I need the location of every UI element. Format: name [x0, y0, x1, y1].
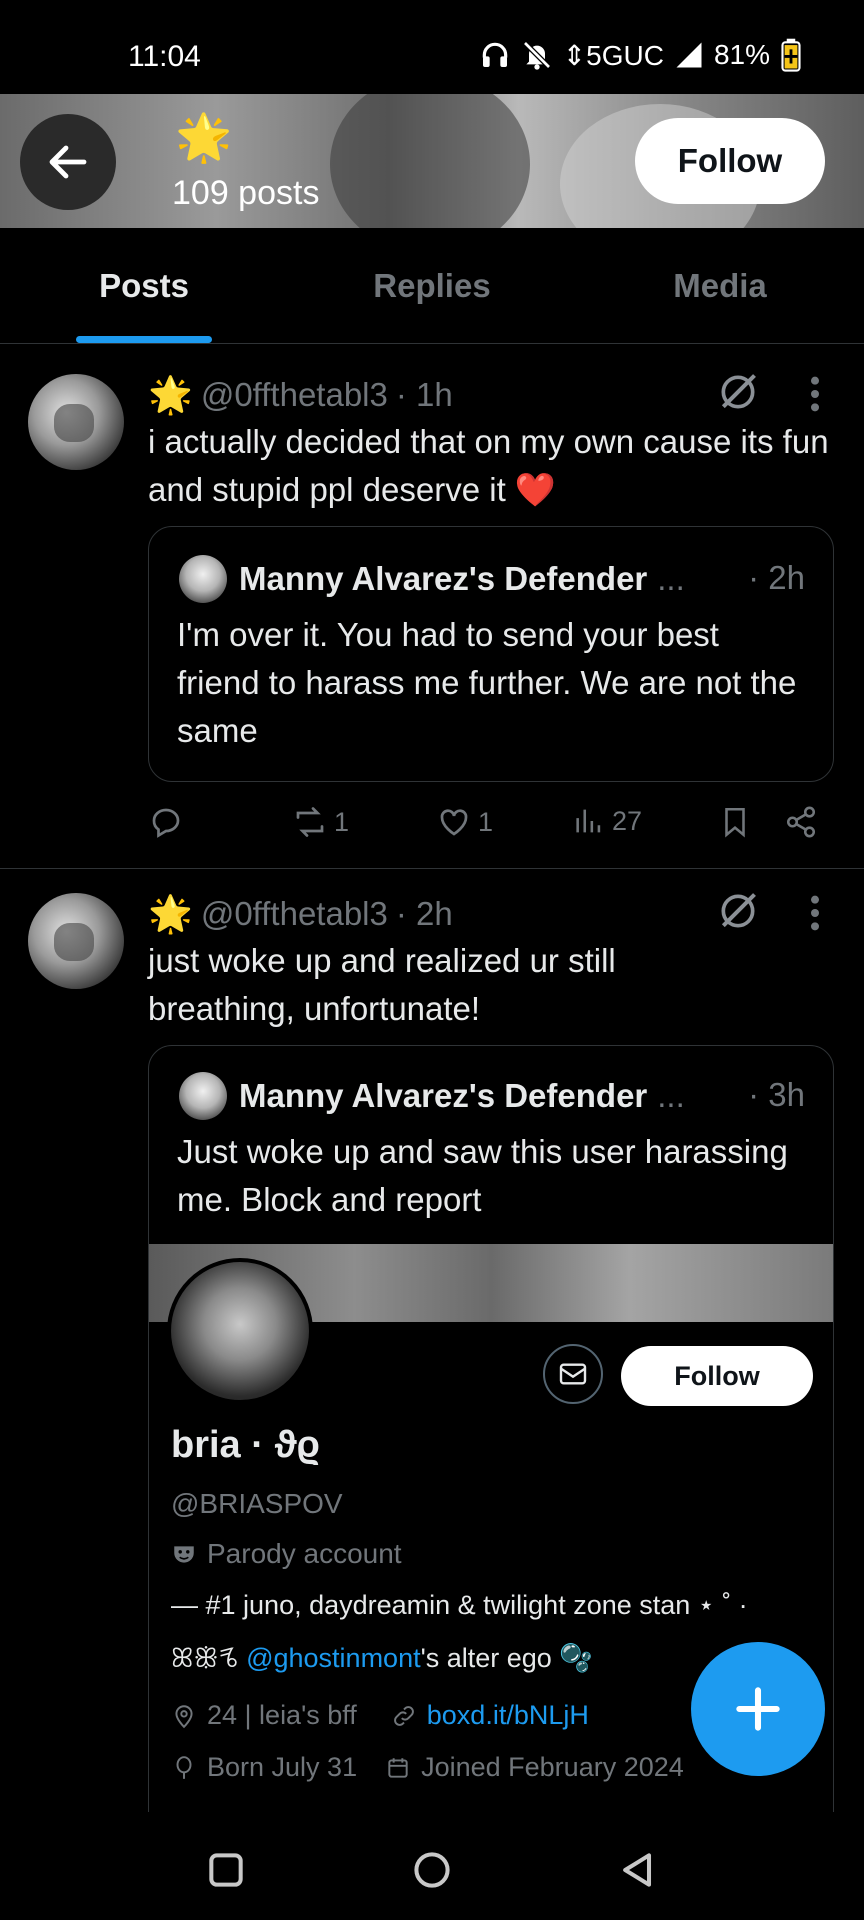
quote-avatar: [179, 555, 227, 603]
post-header: 🌟 @0ffthetabl3 · 2h: [148, 893, 453, 935]
reply-button[interactable]: [148, 804, 184, 840]
name-emoji: 🌟: [148, 374, 193, 415]
like-button[interactable]: 1: [436, 804, 493, 840]
grok-icon[interactable]: [716, 370, 760, 414]
card-bio-line: ꕤꕥꕦ @ghostinmont's alter ego 🫧: [171, 1642, 593, 1675]
banner-blur: [330, 94, 530, 228]
post[interactable]: 🌟 @0ffthetabl3 · 1h i actually decided t…: [0, 344, 864, 868]
post-handle[interactable]: @0ffthetabl3: [201, 376, 388, 414]
card-bio-line: — #1 juno, daydreamin & twilight zone st…: [171, 1590, 748, 1620]
status-time: 11:04: [128, 40, 201, 73]
bio-suffix: 's alter ego 🫧: [420, 1643, 593, 1673]
battery-icon: [781, 38, 801, 72]
home-icon[interactable]: [410, 1848, 454, 1892]
repost-icon: [296, 807, 324, 837]
post-time: · 1h: [395, 376, 453, 413]
profile-name-emoji: 🌟: [175, 111, 233, 163]
avatar[interactable]: [28, 374, 124, 470]
mask-icon: [174, 1546, 194, 1563]
card-handle: @BRIASPOV: [171, 1488, 343, 1519]
profile-card-avatar: [167, 1258, 313, 1404]
network-label: ⇕5GUC: [562, 39, 664, 71]
recents-icon[interactable]: [204, 1848, 248, 1892]
back-button[interactable]: [20, 114, 116, 210]
quote-time: · 3h: [748, 1076, 805, 1113]
card-meta-row: 24 | leia's bff boxd.it/bNLjH: [171, 1700, 589, 1731]
name-truncation: ...: [657, 560, 685, 597]
views-icon: [576, 809, 601, 833]
link-icon: [393, 1705, 414, 1726]
post-time: · 2h: [395, 895, 453, 932]
heart-icon: [440, 809, 468, 836]
location-icon: [175, 1704, 193, 1728]
status-bar: 11:04 ⇕5GUC 81%: [0, 0, 864, 94]
like-count: 1: [478, 806, 494, 837]
views-button[interactable]: 27: [572, 804, 642, 838]
quoted-post[interactable]: Manny Alvarez's Defender ... · 2h I'm ov…: [148, 526, 834, 782]
reply-icon: [152, 808, 180, 838]
profile-header: 🌟 109 posts Follow: [0, 94, 864, 228]
quote-avatar: [179, 1072, 227, 1120]
plus-icon: [736, 1687, 780, 1731]
repost-count: 1: [334, 806, 350, 837]
tab-label: Replies: [373, 266, 491, 304]
headphones-icon: [482, 42, 507, 67]
repost-button[interactable]: 1: [292, 804, 349, 840]
card-follow-button: Follow: [621, 1346, 813, 1406]
tab-label: Media: [673, 266, 767, 304]
system-nav-bar: [0, 1812, 864, 1920]
tab-posts[interactable]: Posts: [0, 228, 288, 343]
more-options-icon[interactable]: [808, 374, 822, 414]
tab-label: Posts: [99, 266, 189, 304]
bio-prefix: ꕤꕥꕦ: [171, 1643, 247, 1673]
grok-icon[interactable]: [716, 889, 760, 933]
quote-text: Just woke up and saw this user harassing…: [177, 1133, 788, 1218]
calendar-icon: [388, 1757, 408, 1778]
post-actions: 1 1 27: [148, 804, 838, 844]
post-header: 🌟 @0ffthetabl3 · 1h: [148, 374, 453, 416]
quote-header: Manny Alvarez's Defender ...: [179, 555, 685, 603]
tab-media[interactable]: Media: [576, 228, 864, 343]
network-type: 5GUC: [586, 39, 664, 71]
name-truncation: ...: [657, 1077, 685, 1114]
bio-mention: @ghostinmont: [246, 1643, 421, 1673]
message-button: [543, 1344, 603, 1404]
battery-percent: 81%: [713, 39, 770, 70]
signal-icon: [676, 42, 702, 68]
mail-icon: [559, 1363, 587, 1385]
view-count: 27: [612, 805, 643, 836]
card-website: boxd.it/bNLjH: [426, 1700, 589, 1730]
bookmark-icon[interactable]: [718, 804, 752, 840]
quote-author-name: Manny Alvarez's Defender: [239, 560, 648, 597]
arrow-left-icon: [49, 145, 87, 179]
parody-text: Parody account: [207, 1538, 402, 1569]
post-text: just woke up and realized ur still breat…: [148, 942, 616, 1027]
tab-replies[interactable]: Replies: [288, 228, 576, 343]
name-emoji: 🌟: [148, 893, 193, 934]
card-meta-row: Born July 31 Joined February 2024: [171, 1752, 684, 1783]
quote-header: Manny Alvarez's Defender ...: [179, 1072, 685, 1120]
bell-off-icon: [522, 41, 551, 70]
post-count: 109 posts: [172, 174, 320, 212]
balloon-icon: [176, 1755, 192, 1779]
status-icons: ⇕5GUC 81%: [479, 38, 802, 72]
quote-text: I'm over it. You had to send your best f…: [177, 616, 797, 749]
active-tab-indicator: [76, 336, 212, 343]
card-joined: Joined February 2024: [421, 1752, 684, 1782]
card-location: 24 | leia's bff: [207, 1700, 357, 1730]
quote-time: · 2h: [748, 559, 805, 596]
card-birthday: Born July 31: [207, 1752, 358, 1782]
compose-button[interactable]: [691, 1642, 825, 1776]
back-nav-icon[interactable]: [616, 1848, 660, 1892]
more-options-icon[interactable]: [808, 893, 822, 933]
card-display-name: bria · ϑϱ: [171, 1424, 321, 1466]
follow-button[interactable]: Follow: [635, 118, 825, 204]
share-icon[interactable]: [784, 804, 818, 840]
profile-tabs: Posts Replies Media: [0, 228, 864, 344]
post-text: i actually decided that on my own cause …: [148, 423, 829, 508]
avatar[interactable]: [28, 893, 124, 989]
parody-label: Parody account: [171, 1538, 402, 1570]
post-handle[interactable]: @0ffthetabl3: [201, 895, 388, 933]
quote-author-name: Manny Alvarez's Defender: [239, 1077, 648, 1114]
